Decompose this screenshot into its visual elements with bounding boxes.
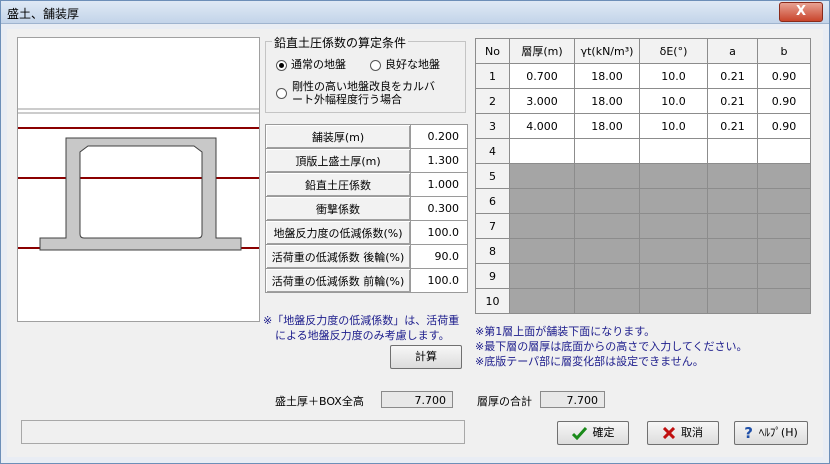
culvert-drawing bbox=[18, 108, 259, 251]
fill-thickness-input[interactable]: 1.300 bbox=[410, 148, 468, 173]
table-row: 8 bbox=[475, 238, 811, 264]
vertical-earth-pressure-input[interactable]: 1.000 bbox=[410, 172, 468, 197]
reaction-note: ※「地盤反力度の低減係数」は、活荷重 による地盤反力度のみ考慮します。 bbox=[263, 314, 460, 342]
status-bar bbox=[21, 420, 465, 444]
layer-header-row: No 層厚(m) γt(kN/m³) δE(°) a b bbox=[475, 38, 811, 64]
table-row: 3 4.000 18.00 10.0 0.21 0.90 bbox=[475, 113, 811, 139]
calc-button[interactable]: 計算 bbox=[390, 345, 462, 369]
table-row: 1 0.700 18.00 10.0 0.21 0.90 bbox=[475, 63, 811, 89]
window-title: 盛土、舗装厚 bbox=[7, 7, 80, 21]
dialog-window: 盛土、舗装厚 X 鉛直土圧係数の算定条件 通常の地盤 良好な地盤 剛性の高い地盤… bbox=[0, 0, 830, 464]
reaction-reduction-input[interactable]: 100.0 bbox=[410, 220, 468, 245]
param-row: 活荷重の低減係数 後輪(%) 90.0 bbox=[265, 244, 468, 269]
conditions-group: 鉛直土圧係数の算定条件 通常の地盤 良好な地盤 剛性の高い地盤改良をカルバ ート… bbox=[265, 34, 466, 113]
radio-selected-dot bbox=[276, 59, 287, 71]
total-thickness-label: 層厚の合計 bbox=[477, 395, 532, 408]
radio-good-ground[interactable]: 良好な地盤 bbox=[370, 56, 440, 72]
fill-box-value: 7.700 bbox=[381, 391, 453, 408]
radio-dot bbox=[370, 59, 381, 71]
table-row: 2 3.000 18.00 10.0 0.21 0.90 bbox=[475, 88, 811, 114]
cancel-button[interactable]: 取消 bbox=[647, 421, 719, 445]
live-load-front-input[interactable]: 100.0 bbox=[410, 268, 468, 293]
radio-normal-ground[interactable]: 通常の地盤 bbox=[276, 56, 346, 72]
help-button[interactable]: ? ﾍﾙﾌﾟ(H) bbox=[734, 421, 808, 445]
table-row: 4 bbox=[475, 138, 811, 164]
param-row: 地盤反力度の低減係数(%) 100.0 bbox=[265, 220, 468, 245]
live-load-rear-input[interactable]: 90.0 bbox=[410, 244, 468, 269]
param-row: 舗装厚(m) 0.200 bbox=[265, 124, 468, 149]
conditions-legend: 鉛直土圧係数の算定条件 bbox=[272, 34, 409, 51]
param-row: 鉛直土圧係数 1.000 bbox=[265, 172, 468, 197]
impact-coefficient-input[interactable]: 0.300 bbox=[410, 196, 468, 221]
table-row: 9 bbox=[475, 263, 811, 289]
param-row: 活荷重の低減係数 前輪(%) 100.0 bbox=[265, 268, 468, 293]
paving-thickness-input[interactable]: 0.200 bbox=[410, 124, 468, 149]
culvert-preview bbox=[17, 37, 260, 322]
total-thickness-value: 7.700 bbox=[540, 391, 605, 408]
fill-box-label: 盛土厚＋BOX全高 bbox=[275, 395, 364, 408]
table-row: 6 bbox=[475, 188, 811, 214]
close-button[interactable]: X bbox=[779, 2, 823, 22]
param-row: 頂版上盛土厚(m) 1.300 bbox=[265, 148, 468, 173]
cross-icon bbox=[663, 427, 675, 439]
ok-button[interactable]: 確定 bbox=[557, 421, 629, 445]
parameter-table: 舗装厚(m) 0.200 頂版上盛土厚(m) 1.300 鉛直土圧係数 1.000 衝… bbox=[265, 124, 468, 293]
table-row: 7 bbox=[475, 213, 811, 239]
param-row: 衝撃係数 0.300 bbox=[265, 196, 468, 221]
layer-table: No 層厚(m) γt(kN/m³) δE(°) a b 1 0.700 18.… bbox=[475, 38, 811, 314]
radio-dot bbox=[276, 88, 287, 99]
layer-notes: ※第1層上面が舗装下面になります。 ※最下層の層厚は底面からの高さで入力してくだ… bbox=[475, 325, 748, 368]
title-bar: 盛土、舗装厚 X bbox=[1, 1, 829, 24]
question-icon: ? bbox=[744, 423, 753, 442]
check-icon bbox=[571, 426, 587, 440]
table-row: 10 bbox=[475, 288, 811, 314]
dialog-client: 鉛直土圧係数の算定条件 通常の地盤 良好な地盤 剛性の高い地盤改良をカルバ ート… bbox=[7, 29, 823, 457]
table-row: 5 bbox=[475, 163, 811, 189]
